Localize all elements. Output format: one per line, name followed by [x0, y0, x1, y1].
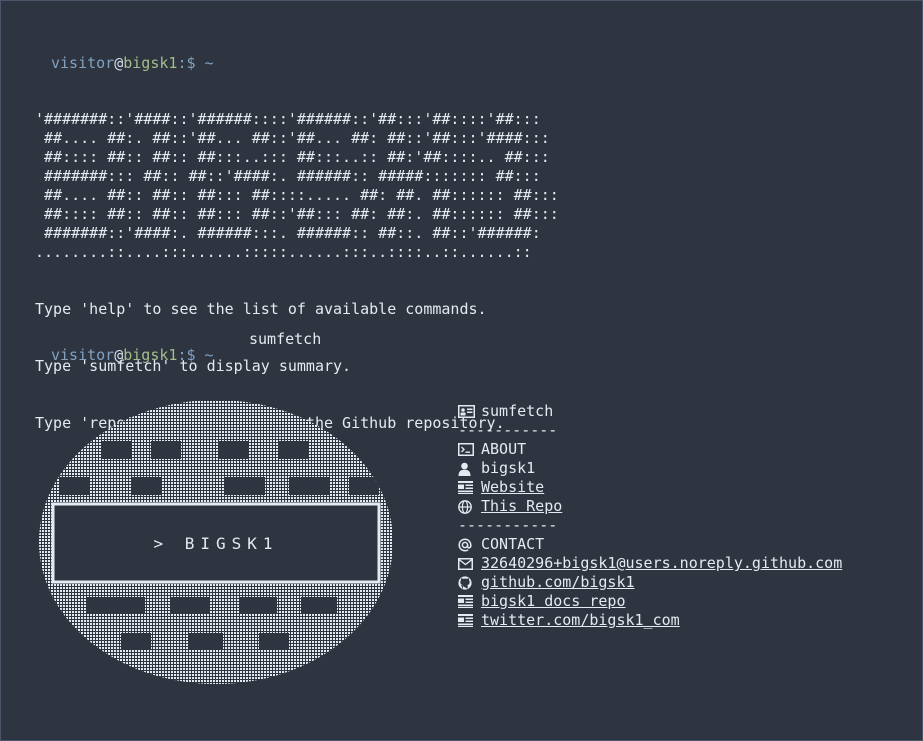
- separator: -----------: [458, 421, 558, 439]
- user-icon: [458, 459, 476, 478]
- about-heading-text: ABOUT: [481, 440, 527, 458]
- prompt-host: bigsk1: [123, 54, 178, 72]
- contact-twitter: twitter.com/bigsk1_com: [458, 611, 842, 630]
- help-line-help: Type 'help' to see the list of available…: [35, 300, 487, 318]
- at-icon: [458, 535, 476, 554]
- prompt-user: visitor: [51, 346, 115, 364]
- prompt-path: :$ ~: [177, 346, 214, 364]
- terminal-icon: [458, 440, 476, 459]
- separator-2: -----------: [458, 516, 558, 534]
- prompt-at: @: [114, 54, 124, 72]
- twitter-link[interactable]: twitter.com/bigsk1_com: [481, 611, 680, 630]
- typed-command: sumfetch: [249, 330, 322, 348]
- prompt-line: visitor@bigsk1:$ ~: [51, 54, 214, 72]
- about-website: Website: [458, 478, 842, 497]
- newspaper-icon: [458, 611, 476, 630]
- prompt-host: bigsk1: [123, 346, 178, 364]
- envelope-icon: [458, 554, 476, 573]
- id-card-icon: [458, 402, 476, 421]
- summary-title: sumfetch: [458, 402, 842, 421]
- contact-heading-text: CONTACT: [481, 535, 545, 553]
- newspaper-icon: [458, 592, 476, 611]
- github-link[interactable]: github.com/bigsk1: [481, 573, 635, 592]
- contact-heading: CONTACT: [458, 535, 842, 554]
- contact-github: github.com/bigsk1: [458, 573, 842, 592]
- sumfetch-summary: sumfetch ----------- ABOUT bigsk1 Websit…: [458, 402, 842, 630]
- contact-email: 32640296+bigsk1@users.noreply.github.com: [458, 554, 842, 573]
- docs-repo-link[interactable]: bigsk1 docs repo: [481, 592, 626, 611]
- about-name-text: bigsk1: [481, 459, 536, 477]
- email-link[interactable]: 32640296+bigsk1@users.noreply.github.com: [481, 554, 842, 573]
- globe-icon: [458, 497, 476, 516]
- prompt-at: @: [114, 346, 124, 364]
- bigsk1-logo: > BIGSK1: [39, 401, 393, 684]
- about-repo: This Repo: [458, 497, 842, 516]
- newspaper-icon: [458, 478, 476, 497]
- ascii-banner: '#######::'####::'######::::'######::'##…: [35, 110, 559, 261]
- this-repo-link[interactable]: This Repo: [481, 497, 562, 516]
- logo-text: > BIGSK1: [153, 534, 278, 553]
- contact-docs: bigsk1 docs repo: [458, 592, 842, 611]
- prompt-path: :$ ~: [177, 54, 214, 72]
- summary-title-text: sumfetch: [481, 402, 554, 420]
- github-icon: [458, 573, 476, 592]
- about-name: bigsk1: [458, 459, 842, 478]
- terminal-window: visitor@bigsk1:$ ~ '#######::'####::'###…: [0, 0, 923, 741]
- prompt-line-2: visitor@bigsk1:$ ~: [51, 346, 214, 364]
- website-link[interactable]: Website: [481, 478, 544, 497]
- prompt-user: visitor: [51, 54, 115, 72]
- about-heading: ABOUT: [458, 440, 842, 459]
